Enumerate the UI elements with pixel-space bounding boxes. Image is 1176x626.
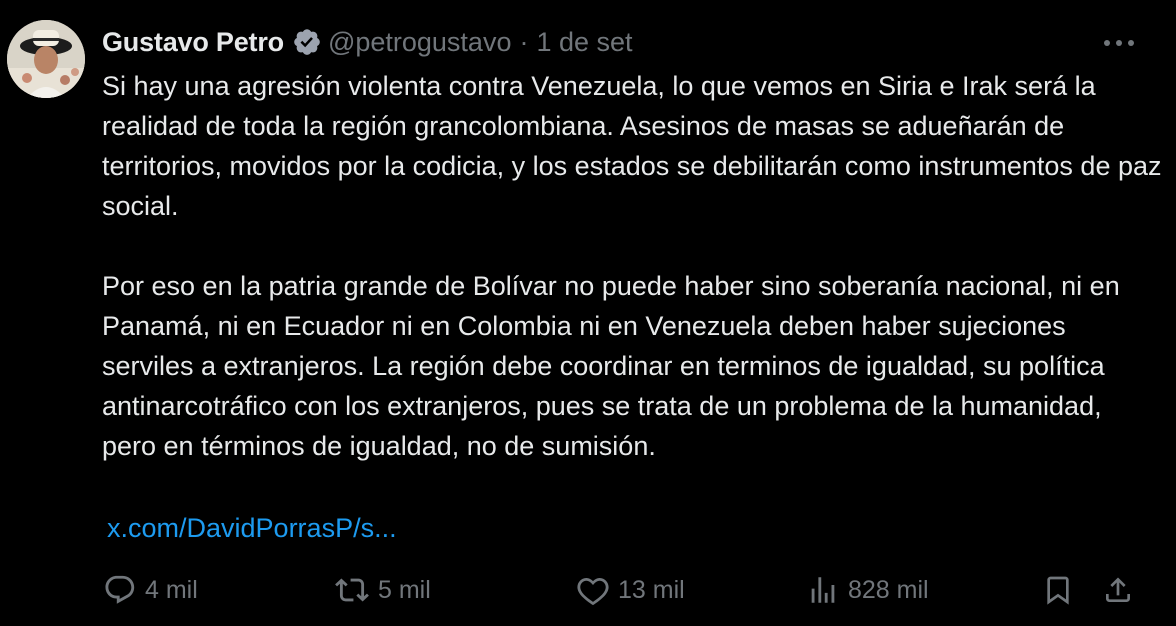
bookmark-button[interactable]: [1042, 568, 1074, 612]
reply-count: 4 mil: [145, 575, 198, 604]
tweet-text: Si hay una agresión violenta contra Vene…: [102, 66, 1162, 466]
quoted-link[interactable]: x.com/DavidPorrasP/s...: [107, 508, 397, 548]
heart-icon: [577, 577, 609, 606]
verified-badge-icon: [292, 27, 322, 57]
tweet-paragraph: Por eso en la patria grande de Bolívar n…: [102, 271, 1120, 461]
like-button[interactable]: 13 mil: [576, 568, 685, 612]
author-name[interactable]: Gustavo Petro: [102, 27, 284, 58]
share-icon: [1106, 577, 1130, 602]
avatar-image: [7, 20, 85, 98]
more-options-icon[interactable]: [1100, 30, 1138, 56]
bookmark-icon: [1047, 576, 1069, 605]
repost-count: 5 mil: [378, 575, 431, 604]
avatar[interactable]: [7, 20, 85, 98]
reply-icon: [105, 575, 135, 604]
action-bar: 4 mil 5 mil 13 mil 828 mil: [0, 568, 1176, 612]
views-chart-icon: [811, 577, 835, 603]
tweet-date[interactable]: 1 de set: [536, 27, 632, 58]
tweet-paragraph: Si hay una agresión violenta contra Vene…: [102, 71, 1162, 221]
repost-icon: [335, 578, 369, 602]
tweet-header: Gustavo Petro @petrogustavo · 1 de set: [102, 24, 633, 60]
share-button[interactable]: [1102, 568, 1134, 612]
tweet-card: Gustavo Petro @petrogustavo · 1 de set S…: [0, 0, 1176, 626]
repost-button[interactable]: 5 mil: [334, 568, 431, 612]
separator-dot: ·: [519, 26, 529, 57]
reply-button[interactable]: 4 mil: [103, 568, 198, 612]
like-count: 13 mil: [618, 575, 685, 604]
views-count: 828 mil: [848, 575, 929, 604]
author-handle[interactable]: @petrogustavo: [328, 27, 512, 58]
views-button[interactable]: 828 mil: [806, 568, 929, 612]
